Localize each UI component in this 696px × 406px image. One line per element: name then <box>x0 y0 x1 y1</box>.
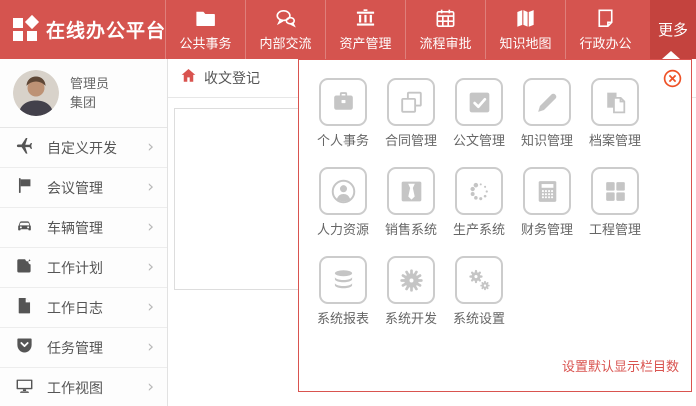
chevron-right-icon: › <box>147 139 154 156</box>
more-apps-popup: 个人事务 合同管理 公文管理 知识管理 档案管理 人力资源 销售系统 生产系 <box>298 59 692 392</box>
pocket-icon <box>15 336 34 360</box>
copy-icon <box>387 78 435 126</box>
user-panel: 管理员 集团 <box>0 59 167 128</box>
nav-item-knowledge-map[interactable]: 知识地图 <box>485 0 565 59</box>
sidebar-menu: 自定义开发 › 会议管理 › 车辆管理 › 工作计划 › 工作日志 › 任务管理… <box>0 128 167 406</box>
app-tile-official-document-management[interactable]: 公文管理 <box>445 78 513 149</box>
pencil-icon <box>523 78 571 126</box>
avatar[interactable] <box>13 70 59 116</box>
home-icon <box>180 67 197 89</box>
popup-pointer-icon <box>662 51 680 59</box>
app-tile-archives-management[interactable]: 档案管理 <box>581 78 649 149</box>
tab-incoming-document-registration[interactable]: 收文登记 <box>204 68 260 88</box>
car-icon <box>15 216 34 240</box>
chevron-right-icon: › <box>147 219 154 236</box>
four-squares-icon <box>591 167 639 215</box>
app-tile-finance-management[interactable]: 财务管理 <box>513 167 581 238</box>
brand-squares-icon <box>13 17 38 42</box>
app-tile-system-development[interactable]: 系统开发 <box>377 256 445 327</box>
top-nav: 在线办公平台 公共事务 内部交流 资产管理 流程审批 知识地图 行政办公 更多 <box>0 0 696 59</box>
pages-icon <box>591 78 639 126</box>
sidebar-item-vehicle-management[interactable]: 车辆管理 › <box>0 208 167 248</box>
chevron-right-icon: › <box>147 179 154 196</box>
sidebar-item-task-management[interactable]: 任务管理 › <box>0 328 167 368</box>
document-icon <box>594 7 617 30</box>
chevron-right-icon: › <box>147 299 154 316</box>
cog-burst-icon <box>387 256 435 304</box>
nav-item-admin-office[interactable]: 行政办公 <box>565 0 645 59</box>
set-default-columns-link[interactable]: 设置默认显示栏目数 <box>562 356 679 375</box>
chat-icon <box>274 7 297 30</box>
plane-icon <box>15 136 34 160</box>
app-tile-production-system[interactable]: 生产系统 <box>445 167 513 238</box>
folder-icon <box>194 7 217 30</box>
sidebar-item-meeting-management[interactable]: 会议管理 › <box>0 168 167 208</box>
main-menu: 公共事务 内部交流 资产管理 流程审批 知识地图 行政办公 <box>165 0 645 59</box>
nav-item-process-approval[interactable]: 流程审批 <box>405 0 485 59</box>
tie-icon <box>387 167 435 215</box>
flag-icon <box>15 176 34 200</box>
spinner-dots-icon <box>455 167 503 215</box>
app-tile-grid: 个人事务 合同管理 公文管理 知识管理 档案管理 人力资源 销售系统 生产系 <box>299 60 691 327</box>
person-circle-icon <box>319 167 367 215</box>
app-tile-contract-management[interactable]: 合同管理 <box>377 78 445 149</box>
check-square-icon <box>455 78 503 126</box>
app-tile-knowledge-management[interactable]: 知识管理 <box>513 78 581 149</box>
app-tile-system-settings[interactable]: 系统设置 <box>445 256 513 327</box>
map-icon <box>514 7 537 30</box>
user-org: 集团 <box>70 93 109 112</box>
gears-icon <box>455 256 503 304</box>
sidebar: 管理员 集团 自定义开发 › 会议管理 › 车辆管理 › 工作计划 › 工作日志… <box>0 59 168 406</box>
chevron-right-icon: › <box>147 339 154 356</box>
app-title: 在线办公平台 <box>46 16 166 43</box>
sidebar-item-work-log[interactable]: 工作日志 › <box>0 288 167 328</box>
chevron-right-icon: › <box>147 379 154 396</box>
app-tile-human-resources[interactable]: 人力资源 <box>309 167 377 238</box>
user-name: 管理员 <box>70 74 109 93</box>
close-icon[interactable] <box>663 69 682 88</box>
app-tile-system-reports[interactable]: 系统报表 <box>309 256 377 327</box>
sidebar-item-custom-development[interactable]: 自定义开发 › <box>0 128 167 168</box>
briefcase-icon <box>319 78 367 126</box>
database-icon <box>319 256 367 304</box>
calculator-icon <box>523 167 571 215</box>
calendar-icon <box>434 7 457 30</box>
chevron-right-icon: › <box>147 259 154 276</box>
edit-square-icon <box>15 256 34 280</box>
monitor-icon <box>15 376 34 400</box>
app-tile-personal-affairs[interactable]: 个人事务 <box>309 78 377 149</box>
nav-item-public-affairs[interactable]: 公共事务 <box>165 0 245 59</box>
app-tile-sales-system[interactable]: 销售系统 <box>377 167 445 238</box>
bank-icon <box>354 7 377 30</box>
nav-item-asset-management[interactable]: 资产管理 <box>325 0 405 59</box>
app-tile-project-management[interactable]: 工程管理 <box>581 167 649 238</box>
app-logo[interactable]: 在线办公平台 <box>0 0 165 59</box>
sidebar-item-work-view[interactable]: 工作视图 › <box>0 368 167 406</box>
sidebar-item-work-plan[interactable]: 工作计划 › <box>0 248 167 288</box>
file-icon <box>15 296 34 320</box>
nav-item-internal-communication[interactable]: 内部交流 <box>245 0 325 59</box>
